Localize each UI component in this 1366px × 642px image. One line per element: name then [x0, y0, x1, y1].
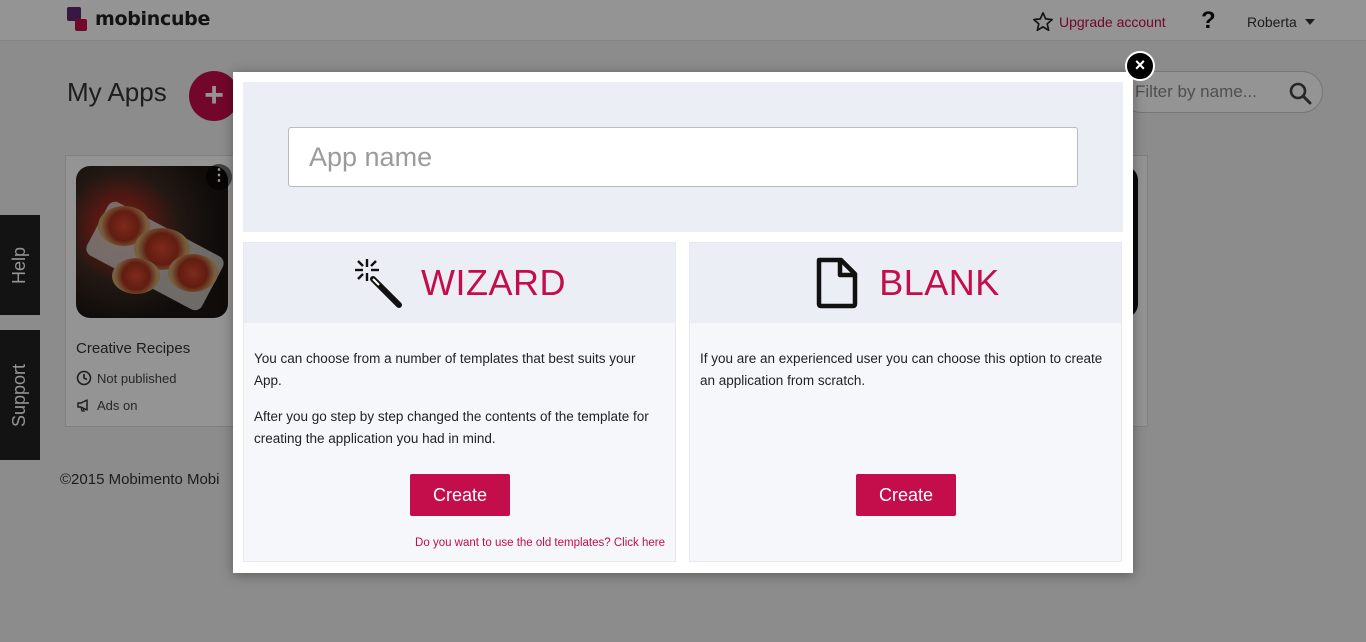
wizard-text-1: You can choose from a number of template… [254, 351, 636, 388]
blank-header: BLANK [690, 243, 1121, 323]
wizard-title: WIZARD [421, 262, 566, 303]
wizard-description: You can choose from a number of template… [254, 348, 664, 464]
blank-text-1: If you are an experienced user you can c… [700, 351, 1103, 388]
wizard-create-button[interactable]: Create [410, 474, 510, 516]
blank-option: BLANK If you are an experienced user you… [689, 242, 1122, 562]
app-name-input[interactable] [288, 127, 1078, 187]
wizard-text-2: After you go step by step changed the co… [254, 409, 649, 446]
document-icon [816, 257, 858, 309]
wizard-header: WIZARD [244, 243, 675, 323]
blank-create-button[interactable]: Create [856, 474, 956, 516]
close-icon[interactable]: × [1125, 51, 1155, 81]
wizard-option: WIZARD You can choose from a number of t… [243, 242, 676, 562]
new-app-modal: WIZARD You can choose from a number of t… [233, 72, 1133, 573]
app-name-panel [243, 82, 1123, 232]
blank-description: If you are an experienced user you can c… [700, 348, 1110, 406]
old-templates-link[interactable]: Do you want to use the old templates? Cl… [415, 537, 665, 549]
magic-wand-icon [355, 259, 402, 308]
blank-title: BLANK [879, 262, 1000, 303]
